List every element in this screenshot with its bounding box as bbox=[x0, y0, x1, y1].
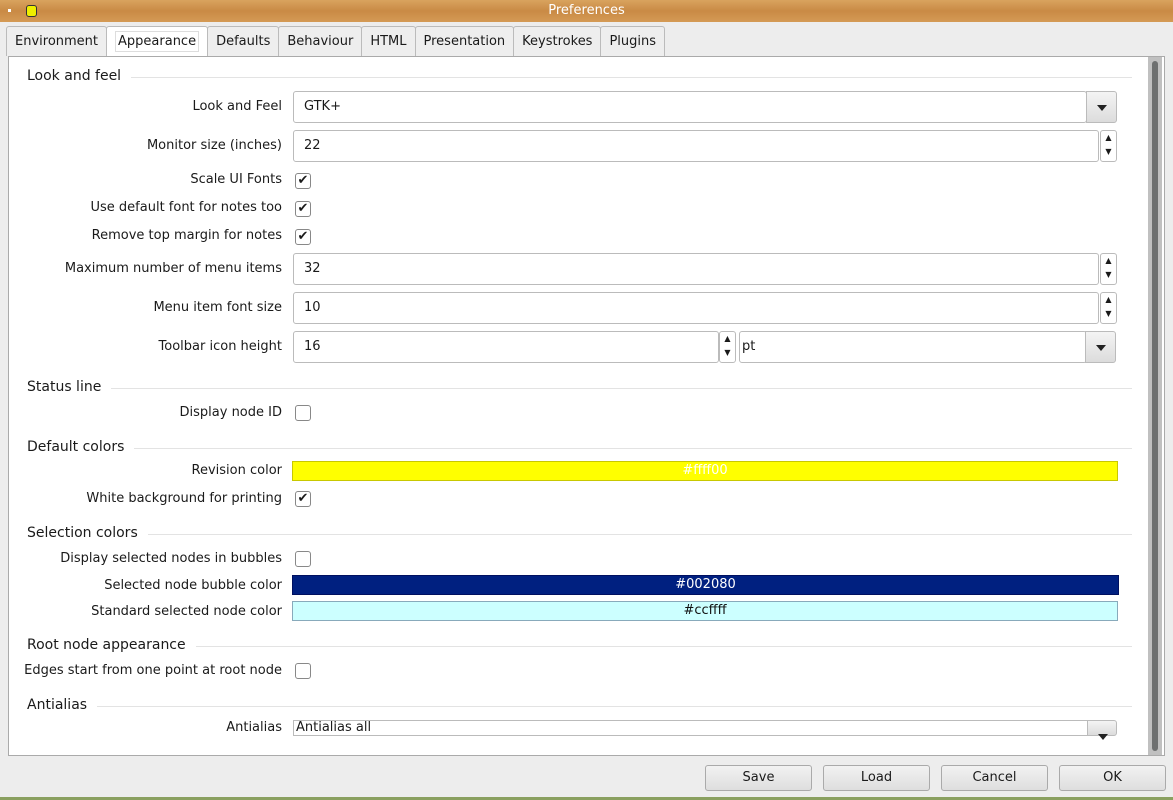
default-font-notes-checkbox[interactable]: ✔ bbox=[295, 201, 311, 217]
divider bbox=[27, 706, 1132, 707]
scale-fonts-label: Scale UI Fonts bbox=[190, 172, 282, 187]
divider bbox=[27, 534, 1132, 535]
tab-plugins[interactable]: Plugins bbox=[600, 26, 666, 56]
monitor-size-label: Monitor size (inches) bbox=[146, 138, 282, 153]
title-bar: Preferences bbox=[0, 0, 1173, 22]
standard-selected-color-button[interactable]: #ccffff bbox=[292, 601, 1118, 621]
tab-bar: Environment Appearance Defaults Behaviou… bbox=[6, 26, 666, 56]
tab-appearance[interactable]: Appearance bbox=[106, 26, 209, 56]
tab-environment[interactable]: Environment bbox=[6, 26, 108, 56]
window-menu-icon[interactable] bbox=[8, 9, 11, 12]
look-and-feel-label: Look and Feel bbox=[192, 99, 282, 114]
chevron-down-icon[interactable] bbox=[1086, 91, 1117, 123]
toolbar-icon-height-input[interactable]: 16 bbox=[293, 331, 719, 363]
tab-presentation[interactable]: Presentation bbox=[414, 26, 515, 56]
white-bg-checkbox[interactable]: ✔ bbox=[295, 491, 311, 507]
section-selection-colors: Selection colors bbox=[27, 525, 148, 541]
monitor-size-input[interactable]: 22 bbox=[293, 130, 1099, 162]
tab-keystrokes[interactable]: Keystrokes bbox=[513, 26, 602, 56]
display-bubbles-label: Display selected nodes in bubbles bbox=[60, 551, 282, 566]
menu-font-size-label: Menu item font size bbox=[153, 300, 282, 315]
section-root-node: Root node appearance bbox=[27, 637, 196, 653]
tab-behaviour[interactable]: Behaviour bbox=[278, 26, 363, 56]
tab-html[interactable]: HTML bbox=[361, 26, 416, 56]
bubble-color-label: Selected node bubble color bbox=[104, 578, 282, 593]
spinner-arrows-icon[interactable]: ▲ ▼ bbox=[1100, 130, 1117, 162]
spinner-arrows-icon[interactable]: ▲ ▼ bbox=[719, 331, 736, 363]
window-title: Preferences bbox=[548, 3, 625, 18]
tab-defaults[interactable]: Defaults bbox=[207, 26, 280, 56]
app-logo-icon bbox=[26, 5, 37, 17]
menu-font-size-input[interactable]: 10 bbox=[293, 292, 1099, 324]
section-default-colors: Default colors bbox=[27, 439, 135, 455]
display-node-id-checkbox[interactable] bbox=[295, 405, 311, 421]
remove-margin-checkbox[interactable]: ✔ bbox=[295, 229, 311, 245]
max-menu-items-label: Maximum number of menu items bbox=[64, 261, 282, 276]
look-and-feel-select[interactable]: GTK+ bbox=[293, 91, 1087, 123]
standard-selected-label: Standard selected node color bbox=[91, 604, 282, 619]
unit-select[interactable]: pt bbox=[739, 331, 1087, 363]
bubble-color-button[interactable]: #002080 bbox=[292, 575, 1119, 595]
cancel-button[interactable]: Cancel bbox=[941, 765, 1048, 791]
section-look-and-feel: Look and feel bbox=[27, 68, 132, 84]
load-button[interactable]: Load bbox=[823, 765, 930, 791]
edges-root-label: Edges start from one point at root node bbox=[24, 663, 282, 678]
vertical-scrollbar[interactable] bbox=[1148, 57, 1162, 755]
ok-button[interactable]: OK bbox=[1059, 765, 1166, 791]
save-button[interactable]: Save bbox=[705, 765, 812, 791]
max-menu-items-input[interactable]: 32 bbox=[293, 253, 1099, 285]
chevron-down-icon[interactable] bbox=[1085, 331, 1116, 363]
revision-color-label: Revision color bbox=[191, 463, 282, 478]
white-bg-label: White background for printing bbox=[86, 491, 282, 506]
revision-color-button[interactable]: #ffff00 bbox=[292, 461, 1118, 481]
chevron-down-icon[interactable] bbox=[1087, 720, 1117, 740]
edges-root-checkbox[interactable] bbox=[295, 663, 311, 679]
spinner-arrows-icon[interactable]: ▲ ▼ bbox=[1100, 292, 1117, 324]
divider bbox=[27, 448, 1132, 449]
tab-appearance-label: Appearance bbox=[115, 31, 200, 52]
antialias-select[interactable]: Antialias all bbox=[293, 720, 1089, 736]
display-bubbles-checkbox[interactable] bbox=[295, 551, 311, 567]
section-status-line: Status line bbox=[27, 379, 112, 395]
default-font-notes-label: Use default font for notes too bbox=[90, 200, 283, 215]
antialias-label: Antialias bbox=[226, 720, 282, 735]
divider bbox=[27, 77, 1132, 78]
display-node-id-label: Display node ID bbox=[179, 405, 282, 420]
divider bbox=[27, 388, 1132, 389]
section-antialias: Antialias bbox=[27, 697, 98, 713]
toolbar-icon-height-label: Toolbar icon height bbox=[158, 339, 282, 354]
remove-margin-label: Remove top margin for notes bbox=[91, 228, 282, 243]
scrollbar-thumb[interactable] bbox=[1152, 61, 1158, 751]
spinner-arrows-icon[interactable]: ▲ ▼ bbox=[1100, 253, 1117, 285]
scale-fonts-checkbox[interactable]: ✔ bbox=[295, 173, 311, 189]
appearance-panel: Look and feel Look and Feel GTK+ Monitor… bbox=[8, 56, 1165, 756]
